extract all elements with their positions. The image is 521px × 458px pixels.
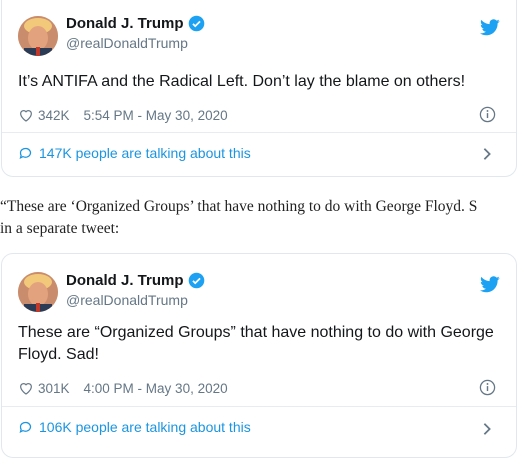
info-icon[interactable]: [479, 106, 496, 123]
twitter-bird-icon[interactable]: [480, 276, 500, 293]
article-line-1: “These are ‘Organized Groups’ that have …: [0, 198, 478, 215]
article-text: “These are ‘Organized Groups’ that have …: [0, 196, 521, 240]
heart-icon[interactable]: [18, 107, 34, 123]
tweet-text: It’s ANTIFA and the Radical Left. Don’t …: [18, 73, 466, 90]
author-handle[interactable]: @realDonaldTrump: [66, 292, 188, 308]
author-name-text[interactable]: Donald J. Trump: [66, 272, 184, 289]
chevron-right-icon[interactable]: [482, 422, 492, 436]
conversation-link-text[interactable]: 147K people are talking about this: [39, 145, 251, 161]
tweet-text: These are “Organized Groups” that have n…: [18, 324, 494, 363]
conversation-link[interactable]: 106K people are talking about this: [18, 419, 251, 435]
author-name-text[interactable]: Donald J. Trump: [66, 15, 184, 32]
article-line-2: in a separate tweet:: [0, 220, 120, 237]
tweet-card-1[interactable]: Donald J. Trump @realDonaldTrump It’s AN…: [1, 0, 517, 177]
tweet-meta: 342K 5:54 PM - May 30, 2020: [18, 107, 228, 123]
conversation-link[interactable]: 147K people are talking about this: [18, 145, 251, 161]
verified-badge-icon: [188, 15, 204, 32]
avatar[interactable]: [18, 16, 58, 56]
tweet-timestamp[interactable]: 5:54 PM - May 30, 2020: [84, 108, 228, 123]
avatar-image: [18, 16, 58, 56]
like-count[interactable]: 301K: [38, 381, 70, 396]
tweet-timestamp[interactable]: 4:00 PM - May 30, 2020: [84, 381, 228, 396]
avatar-image: [18, 272, 58, 312]
author-handle[interactable]: @realDonaldTrump: [66, 35, 188, 51]
twitter-bird-icon[interactable]: [480, 19, 500, 36]
heart-icon[interactable]: [18, 380, 34, 396]
like-count[interactable]: 342K: [38, 108, 70, 123]
conversation-link-text[interactable]: 106K people are talking about this: [39, 419, 251, 435]
divider: [2, 406, 516, 407]
speech-bubble-icon: [19, 147, 32, 159]
speech-bubble-icon: [19, 421, 32, 433]
divider: [2, 132, 516, 133]
tweet-meta: 301K 4:00 PM - May 30, 2020: [18, 380, 228, 396]
author-name[interactable]: Donald J. Trump: [66, 15, 205, 32]
info-icon[interactable]: [479, 379, 496, 396]
tweet-card-2[interactable]: Donald J. Trump @realDonaldTrump These a…: [1, 253, 517, 458]
author-name[interactable]: Donald J. Trump: [66, 272, 205, 289]
verified-badge-icon: [188, 272, 204, 289]
chevron-right-icon[interactable]: [482, 147, 492, 161]
avatar[interactable]: [18, 272, 58, 312]
